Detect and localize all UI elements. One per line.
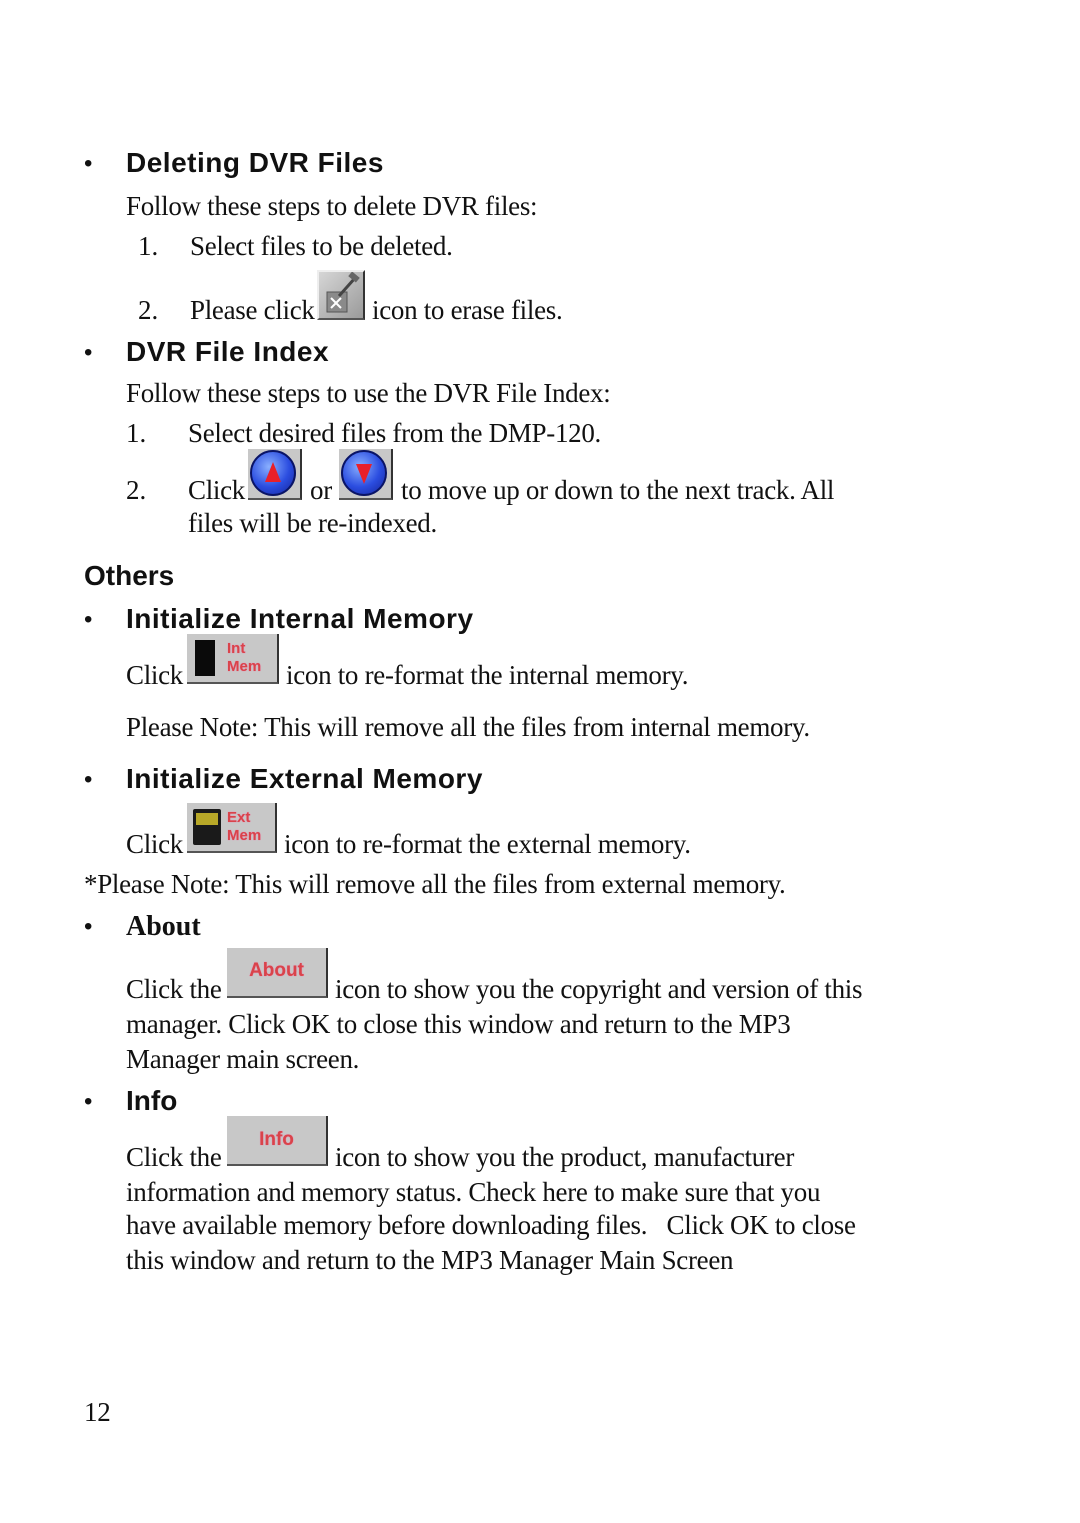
- info-icon[interactable]: Info: [227, 1116, 328, 1166]
- section-heading-info: Info: [126, 1085, 178, 1116]
- file-index-step-2-text: Click: [188, 475, 245, 505]
- info-line-1: icon to show you the product, manufactur…: [335, 1142, 795, 1172]
- or-text: or: [310, 475, 332, 505]
- init-internal-note: Please Note: This will remove all the fi…: [126, 712, 810, 742]
- section-heading-about: About: [126, 911, 201, 942]
- deleting-intro: Follow these steps to delete DVR files:: [126, 191, 538, 221]
- step-number: 1.: [138, 231, 159, 261]
- deleting-step-2-text-after: icon to erase files.: [372, 295, 563, 325]
- move-up-icon[interactable]: [248, 449, 302, 500]
- ext-mem-icon[interactable]: Ext Mem: [187, 803, 277, 853]
- init-internal-text-after: icon to re-format the internal memory.: [286, 660, 689, 690]
- int-mem-label-1: Int: [227, 640, 246, 657]
- step-number: 2.: [126, 475, 147, 505]
- section-heading-dvr-file-index: DVR File Index: [126, 336, 330, 367]
- card-contacts: [196, 813, 218, 825]
- page-number: 12: [84, 1397, 111, 1427]
- init-external-text: Click: [126, 829, 183, 859]
- info-icon-label: Info: [259, 1129, 294, 1150]
- file-index-step-2-text-after: to move up or down to the next track. Al…: [401, 475, 835, 505]
- bullet: •: [84, 913, 93, 940]
- file-index-intro: Follow these steps to use the DVR File I…: [126, 378, 611, 408]
- about-line-3: Manager main screen.: [126, 1044, 360, 1074]
- info-line-2: information and memory status. Check her…: [126, 1177, 821, 1207]
- file-index-step-2-continuation: files will be re-indexed.: [188, 508, 437, 538]
- about-icon-label: About: [249, 960, 304, 981]
- arrow-down-icon: [356, 464, 372, 484]
- bullet: •: [84, 766, 93, 793]
- init-internal-text: Click: [126, 660, 183, 690]
- move-down-icon[interactable]: [339, 449, 393, 500]
- init-external-note: *Please Note: This will remove all the f…: [84, 869, 786, 899]
- int-mem-label-2: Mem: [227, 658, 262, 675]
- about-icon[interactable]: About: [227, 948, 328, 998]
- memory-chip-icon: [195, 640, 215, 676]
- step-number: 2.: [138, 295, 159, 325]
- section-heading-initialize-internal-memory: Initialize Internal Memory: [126, 603, 474, 634]
- file-index-step-1: Select desired files from the DMP-120.: [188, 418, 602, 448]
- deleting-step-2-text: Please click: [190, 295, 315, 325]
- bullet: •: [84, 150, 93, 177]
- init-external-text-after: icon to re-format the external memory.: [284, 829, 691, 859]
- round-button: [341, 450, 387, 496]
- arrow-up-icon: [265, 462, 281, 482]
- trash-hammer-icon: [326, 271, 360, 313]
- bullet: •: [84, 1088, 93, 1115]
- bullet: •: [84, 606, 93, 633]
- deleting-step-1: Select files to be deleted.: [190, 231, 453, 261]
- info-line-4: this window and return to the MP3 Manage…: [126, 1245, 734, 1275]
- section-heading-others: Others: [84, 560, 175, 591]
- ext-mem-label-2: Mem: [227, 827, 262, 844]
- info-text: Click the: [126, 1142, 222, 1172]
- section-heading-initialize-external-memory: Initialize External Memory: [126, 763, 483, 794]
- section-heading-deleting-dvr-files: Deleting DVR Files: [126, 147, 384, 178]
- ext-mem-label-1: Ext: [227, 809, 251, 826]
- step-number: 1.: [126, 418, 147, 448]
- about-line-2: manager. Click OK to close this window a…: [126, 1009, 791, 1039]
- about-line-1: icon to show you the copyright and versi…: [335, 974, 863, 1004]
- int-mem-icon[interactable]: Int Mem: [187, 634, 279, 684]
- round-button: [250, 450, 296, 496]
- bullet: •: [84, 339, 93, 366]
- about-text: Click the: [126, 974, 222, 1004]
- info-line-3: have available memory before downloading…: [126, 1210, 856, 1240]
- erase-icon[interactable]: [317, 270, 365, 320]
- memory-card-icon: [193, 809, 221, 845]
